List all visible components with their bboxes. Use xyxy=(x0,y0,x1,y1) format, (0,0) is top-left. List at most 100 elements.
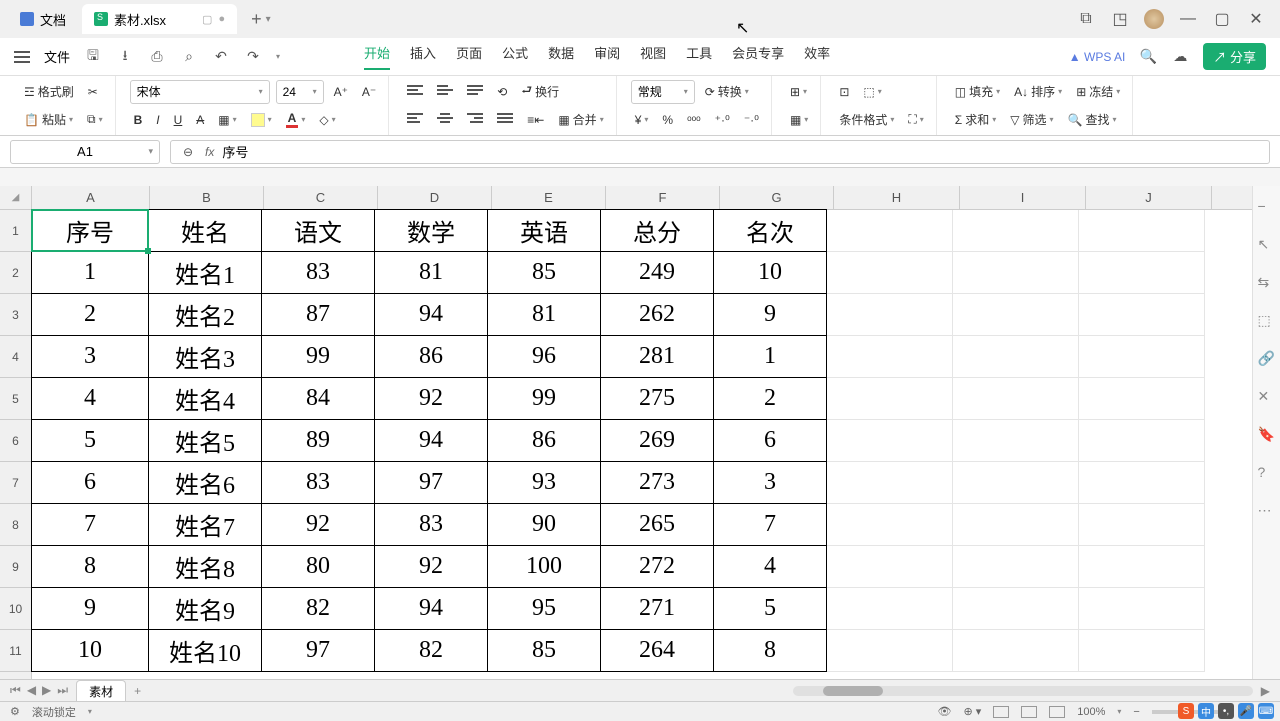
sheet-next-icon[interactable]: ▶ xyxy=(42,683,51,698)
add-sheet-button[interactable]: + xyxy=(134,684,141,698)
sheet-prev-icon[interactable]: ◀ xyxy=(27,683,36,698)
zoom-out-button[interactable]: − xyxy=(1133,706,1139,718)
cell[interactable] xyxy=(827,336,953,378)
cell[interactable]: 姓名 xyxy=(148,209,262,252)
preview-icon[interactable]: ⌕ xyxy=(180,48,198,66)
cell[interactable]: 7 xyxy=(713,503,827,546)
window-copy-icon[interactable]: ⧉ xyxy=(1076,9,1096,29)
freeze-button[interactable]: ⊞ 冻结 ▾ xyxy=(1072,80,1124,104)
cell[interactable]: 92 xyxy=(374,545,488,588)
decrease-font-button[interactable]: A⁻ xyxy=(358,80,380,104)
align-left-button[interactable] xyxy=(403,108,427,132)
cell[interactable] xyxy=(953,630,1079,672)
row-header[interactable]: 6 xyxy=(0,420,31,462)
view-normal-button[interactable] xyxy=(993,706,1009,718)
cancel-formula-icon[interactable]: ⊖ xyxy=(179,143,197,161)
share-button[interactable]: ↗ 分享 xyxy=(1203,43,1266,70)
cell[interactable]: 英语 xyxy=(487,209,601,252)
cell[interactable] xyxy=(1079,546,1205,588)
convert-button[interactable]: ⟳ 转换 ▾ xyxy=(701,80,753,104)
cell[interactable]: 94 xyxy=(374,293,488,336)
cell[interactable]: 数学 xyxy=(374,209,488,252)
styles-button[interactable]: ⬚▾ xyxy=(859,80,885,104)
font-name-select[interactable]: 宋体▾ xyxy=(130,80,270,104)
cell[interactable] xyxy=(1079,504,1205,546)
row-header[interactable]: 7 xyxy=(0,462,31,504)
cell[interactable]: 4 xyxy=(31,377,149,420)
cell[interactable]: 81 xyxy=(487,293,601,336)
ime-mic-icon[interactable]: 🎤 xyxy=(1238,703,1254,719)
col-header-J[interactable]: J xyxy=(1086,186,1212,209)
fx-icon[interactable]: fx xyxy=(205,145,214,159)
cell[interactable]: 95 xyxy=(487,587,601,630)
ribbon-tab-review[interactable]: 审阅 xyxy=(594,43,620,70)
cell[interactable]: 97 xyxy=(261,629,375,672)
focus-icon[interactable]: ⊕ ▾ xyxy=(963,705,981,718)
ime-punct-icon[interactable]: •, xyxy=(1218,703,1234,719)
cell[interactable]: 10 xyxy=(31,629,149,672)
cell[interactable]: 94 xyxy=(374,419,488,462)
cell[interactable] xyxy=(953,252,1079,294)
cell[interactable] xyxy=(953,546,1079,588)
cell[interactable]: 序号 xyxy=(31,209,149,252)
paste-button[interactable]: 📋 粘贴 ▾ xyxy=(20,108,77,132)
cell[interactable] xyxy=(953,210,1079,252)
window-maximize-icon[interactable]: ▢ xyxy=(1212,9,1232,29)
cell[interactable]: 87 xyxy=(261,293,375,336)
valign-bottom-button[interactable] xyxy=(463,80,487,104)
cell[interactable]: 281 xyxy=(600,335,714,378)
cell[interactable]: 96 xyxy=(487,335,601,378)
number-format-select[interactable]: 常规▾ xyxy=(631,80,695,104)
cell[interactable]: 6 xyxy=(31,461,149,504)
decrease-decimal-button[interactable]: ⁻·⁰ xyxy=(740,108,763,132)
ime-lang-icon[interactable]: 中 xyxy=(1198,703,1214,719)
ime-keyboard-icon[interactable]: ⌨ xyxy=(1258,703,1274,719)
cell[interactable]: 总分 xyxy=(600,209,714,252)
cell[interactable] xyxy=(827,420,953,462)
table-button[interactable]: ▦ ▾ xyxy=(786,108,812,132)
cell[interactable]: 8 xyxy=(713,629,827,672)
cell[interactable]: 275 xyxy=(600,377,714,420)
view-break-button[interactable] xyxy=(1049,706,1065,718)
cell[interactable]: 86 xyxy=(374,335,488,378)
cell[interactable]: 80 xyxy=(261,545,375,588)
align-right-button[interactable] xyxy=(463,108,487,132)
cell[interactable]: 100 xyxy=(487,545,601,588)
cell[interactable]: 97 xyxy=(374,461,488,504)
cell[interactable]: 姓名3 xyxy=(148,335,262,378)
cell[interactable] xyxy=(827,378,953,420)
cell[interactable]: 3 xyxy=(31,335,149,378)
cell[interactable]: 姓名1 xyxy=(148,251,262,294)
cell[interactable] xyxy=(827,546,953,588)
cell[interactable]: 姓名10 xyxy=(148,629,262,672)
search-icon[interactable]: 🔍 xyxy=(1139,48,1157,66)
find-button[interactable]: 🔍 查找 ▾ xyxy=(1063,108,1120,132)
row-header[interactable]: 3 xyxy=(0,294,31,336)
ribbon-tab-tools[interactable]: 工具 xyxy=(686,43,712,70)
cell[interactable]: 82 xyxy=(374,629,488,672)
col-header-A[interactable]: A xyxy=(32,186,150,209)
rows-cols-button[interactable]: ⊞ ▾ xyxy=(786,80,811,104)
cell[interactable]: 264 xyxy=(600,629,714,672)
cell[interactable]: 272 xyxy=(600,545,714,588)
indent-button[interactable]: ≡⇤ xyxy=(523,108,548,132)
tab-spreadsheet[interactable]: 素材.xlsx ▢ ● xyxy=(82,4,237,34)
cell[interactable] xyxy=(953,420,1079,462)
horizontal-scrollbar[interactable] xyxy=(793,686,1253,696)
ribbon-tab-home[interactable]: 开始 xyxy=(364,43,390,70)
increase-font-button[interactable]: A⁺ xyxy=(330,80,352,104)
sheet-tab[interactable]: 素材 xyxy=(76,680,126,702)
strike-button[interactable]: A xyxy=(192,108,208,132)
cell[interactable]: 99 xyxy=(487,377,601,420)
file-menu[interactable]: 文件 xyxy=(44,47,70,66)
cell[interactable]: 273 xyxy=(600,461,714,504)
cell[interactable]: 9 xyxy=(713,293,827,336)
cell[interactable] xyxy=(827,252,953,294)
col-header-G[interactable]: G xyxy=(720,186,834,209)
cell[interactable]: 姓名7 xyxy=(148,503,262,546)
cell[interactable]: 5 xyxy=(31,419,149,462)
cell[interactable] xyxy=(827,504,953,546)
ribbon-tab-page[interactable]: 页面 xyxy=(456,43,482,70)
tab-document[interactable]: 文档 xyxy=(8,4,78,34)
bold-button[interactable]: B xyxy=(130,108,147,132)
